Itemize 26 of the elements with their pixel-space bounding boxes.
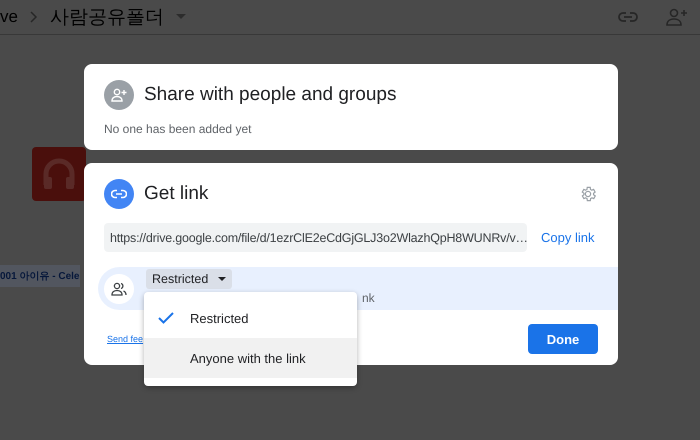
caret-icon	[218, 276, 226, 282]
settings-icon[interactable]	[579, 185, 597, 203]
check-icon	[158, 312, 174, 324]
feedback-link[interactable]: Send fee	[107, 334, 144, 344]
person-add-icon	[104, 80, 134, 110]
done-button[interactable]: Done	[528, 324, 598, 354]
people-icon	[104, 274, 134, 304]
link-title: Get link	[144, 183, 208, 205]
menu-item[interactable]: Anyone with the link	[144, 338, 357, 378]
folder-title[interactable]: 사람공유폴더	[50, 4, 164, 30]
file-name: 001 아이유 - Cele	[0, 270, 80, 283]
menu-item[interactable]: Restricted	[144, 298, 357, 338]
headphones-icon	[42, 157, 76, 191]
share-subtitle: No one has been added yet	[103, 121, 252, 136]
caret-icon[interactable]	[176, 14, 186, 20]
chevron-right-icon	[30, 11, 38, 23]
person-add-icon[interactable]	[666, 8, 688, 26]
file-row[interactable]: 001 아이유 - Cele	[0, 265, 80, 287]
copy-link-button[interactable]: Copy link	[539, 226, 596, 249]
access-dropdown[interactable]: Restricted	[146, 269, 232, 289]
breadcrumb-item[interactable]: ve	[0, 7, 18, 27]
url-field[interactable]: https://drive.google.com/file/d/1ezrClE2eCdGjGLJ3o2WlazhQpH8WUNRv/v…	[104, 223, 527, 252]
share-title: Share with people and groups	[144, 84, 396, 106]
link-icon	[104, 179, 134, 209]
link-icon[interactable]	[618, 11, 638, 23]
access-description: nk	[362, 291, 375, 305]
